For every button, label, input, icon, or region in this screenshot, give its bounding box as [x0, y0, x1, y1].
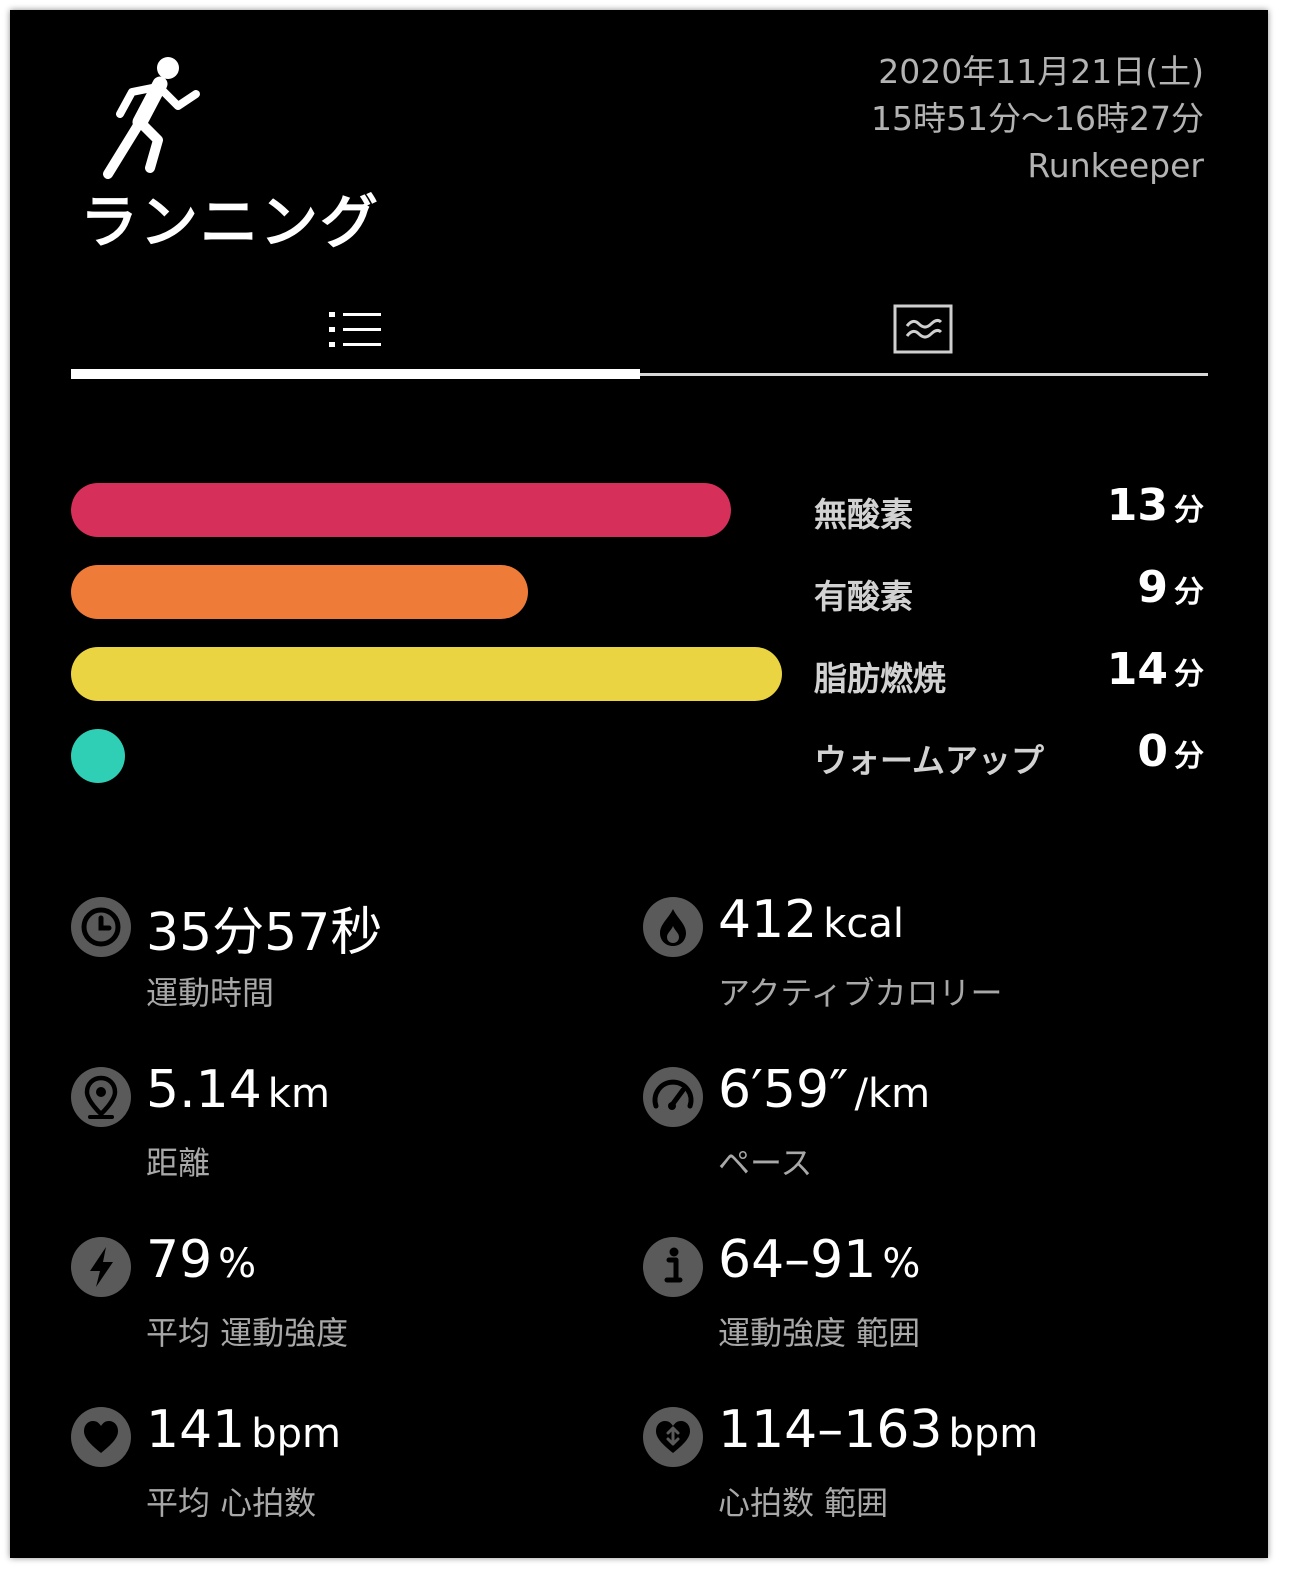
- calories-label: アクティブカロリー: [718, 974, 1003, 1012]
- zone-label-warm-up: ウォームアップ: [814, 741, 1045, 780]
- tab-divider: [640, 373, 1208, 376]
- avg-intensity-label: 平均 運動強度: [146, 1314, 349, 1352]
- speedometer-icon: [643, 1067, 703, 1127]
- zone-bar-anaerobic: [71, 483, 731, 537]
- workout-meta: 2020年11月21日(土) 15時51分～16時27分 Runkeeper: [871, 48, 1204, 189]
- running-icon: [103, 57, 200, 179]
- pace-label: ペース: [718, 1144, 813, 1182]
- zone-label-anaerobic: 無酸素: [814, 495, 913, 534]
- workout-summary-card: ランニング 2020年11月21日(土) 15時51分～16時27分 Runke…: [10, 10, 1268, 1558]
- intensity-range-value: 64–91%: [718, 1230, 921, 1290]
- intensity-range-label: 運動強度 範囲: [718, 1314, 921, 1352]
- graph-icon: [893, 304, 953, 354]
- info-icon: [643, 1237, 703, 1297]
- zone-value-fat-burn: 14 分: [1106, 644, 1204, 695]
- zone-label-fat-burn: 脂肪燃焼: [814, 659, 946, 698]
- tab-selected-indicator: [71, 369, 640, 379]
- zone-value-aerobic: 9分: [1137, 562, 1204, 613]
- tab-graph[interactable]: [639, 280, 1207, 380]
- heart-rate-range-label: 心拍数 範囲: [718, 1484, 889, 1522]
- duration-label: 運動時間: [146, 974, 275, 1012]
- heart-rate-range-value: 114–163 bpm: [718, 1400, 1039, 1460]
- list-icon: [329, 312, 381, 347]
- zone-bar-aerobic: [71, 565, 528, 619]
- workout-source: Runkeeper: [1027, 146, 1204, 185]
- activity-title: ランニング: [80, 188, 381, 256]
- workout-date: 2020年11月21日(土): [878, 52, 1204, 91]
- flame-icon: [643, 897, 703, 957]
- distance-value: 5.14 km: [146, 1060, 330, 1120]
- tab-list[interactable]: [71, 280, 639, 380]
- avg-heart-rate-value: 141 bpm: [146, 1400, 342, 1460]
- duration-value: 35分57秒: [146, 903, 383, 963]
- location-pin-icon: [71, 1067, 131, 1127]
- calories-value: 412 kcal: [718, 890, 905, 950]
- clock-icon: [71, 897, 131, 957]
- heart-icon: [71, 1407, 131, 1467]
- zone-bar-fat-burn: [71, 647, 782, 701]
- avg-heart-rate-label: 平均 心拍数: [146, 1484, 317, 1522]
- heart-range-icon: [643, 1407, 703, 1467]
- zone-bar-warm-up: [71, 729, 125, 783]
- pace-value: 6′59″/km: [718, 1060, 931, 1120]
- zone-value-warm-up: 0分: [1137, 726, 1204, 777]
- zone-label-aerobic: 有酸素: [814, 577, 913, 616]
- avg-intensity-value: 79%: [146, 1230, 257, 1290]
- lightning-icon: [71, 1237, 131, 1297]
- workout-time-range: 15時51分～16時27分: [871, 99, 1204, 138]
- distance-label: 距離: [146, 1144, 211, 1182]
- zone-value-anaerobic: 13 分: [1106, 480, 1204, 531]
